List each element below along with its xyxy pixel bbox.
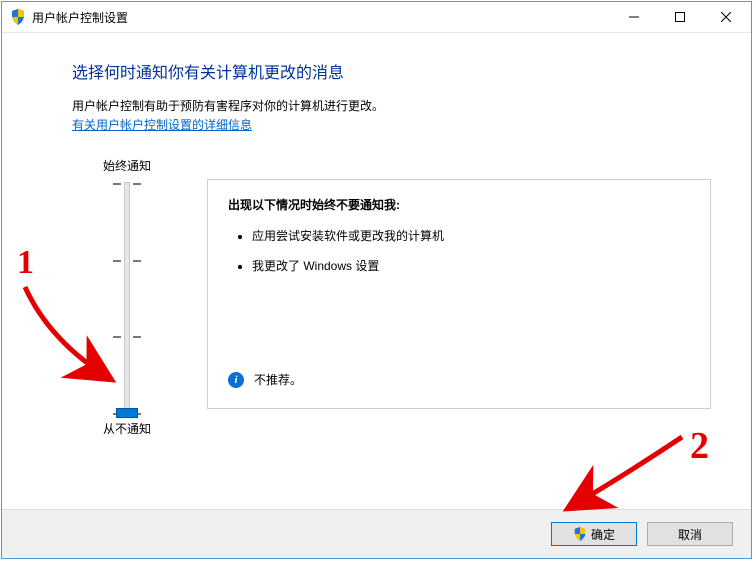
info-icon: i: [228, 372, 244, 388]
window-title: 用户帐户控制设置: [32, 9, 611, 26]
panel-footer: i 不推荐。: [228, 371, 302, 388]
minimize-icon: [629, 12, 639, 22]
panel-footer-text: 不推荐。: [254, 371, 302, 388]
shield-icon: [10, 9, 26, 25]
cancel-button[interactable]: 取消: [647, 522, 733, 546]
slider-tick: [113, 260, 141, 262]
page-subtext: 用户帐户控制有助于预防有害程序对你的计算机进行更改。: [72, 97, 711, 114]
shield-icon: [573, 527, 587, 541]
slider-thumb[interactable]: [116, 408, 138, 418]
panel-bullet-list: 应用尝试安装软件或更改我的计算机 我更改了 Windows 设置: [238, 227, 690, 275]
uac-settings-window: 用户帐户控制设置 选择何时通知你有关计算机更改的消息 用户帐户控制有助于预防有害…: [1, 1, 752, 559]
body-row: 始终通知 从不通知 出现以下情况时始终不要通知我: 应用尝试安装软件或更改我的计…: [72, 157, 711, 437]
slider-tick: [113, 183, 141, 185]
maximize-icon: [675, 12, 685, 22]
slider-track: [124, 182, 130, 414]
minimize-button[interactable]: [611, 3, 657, 32]
panel-bullet: 应用尝试安装软件或更改我的计算机: [252, 227, 690, 245]
cancel-button-label: 取消: [678, 526, 702, 543]
maximize-button[interactable]: [657, 3, 703, 32]
notification-slider[interactable]: [72, 182, 182, 412]
panel-bullet: 我更改了 Windows 设置: [252, 257, 690, 275]
close-icon: [721, 12, 731, 22]
slider-tick: [113, 336, 141, 338]
ok-button-label: 确定: [591, 526, 615, 543]
slider-top-label: 始终通知: [72, 157, 182, 174]
description-panel: 出现以下情况时始终不要通知我: 应用尝试安装软件或更改我的计算机 我更改了 Wi…: [207, 179, 711, 409]
panel-heading: 出现以下情况时始终不要通知我:: [228, 196, 690, 213]
slider-column: 始终通知 从不通知: [72, 157, 182, 437]
titlebar[interactable]: 用户帐户控制设置: [2, 2, 751, 33]
close-button[interactable]: [703, 3, 749, 32]
content-area: 选择何时通知你有关计算机更改的消息 用户帐户控制有助于预防有害程序对你的计算机进…: [2, 33, 751, 447]
ok-button[interactable]: 确定: [551, 522, 637, 546]
slider-bottom-label: 从不通知: [72, 420, 182, 437]
dialog-footer: 确定 取消: [2, 509, 751, 558]
learn-more-link[interactable]: 有关用户帐户控制设置的详细信息: [72, 116, 252, 133]
page-heading: 选择何时通知你有关计算机更改的消息: [72, 59, 711, 83]
